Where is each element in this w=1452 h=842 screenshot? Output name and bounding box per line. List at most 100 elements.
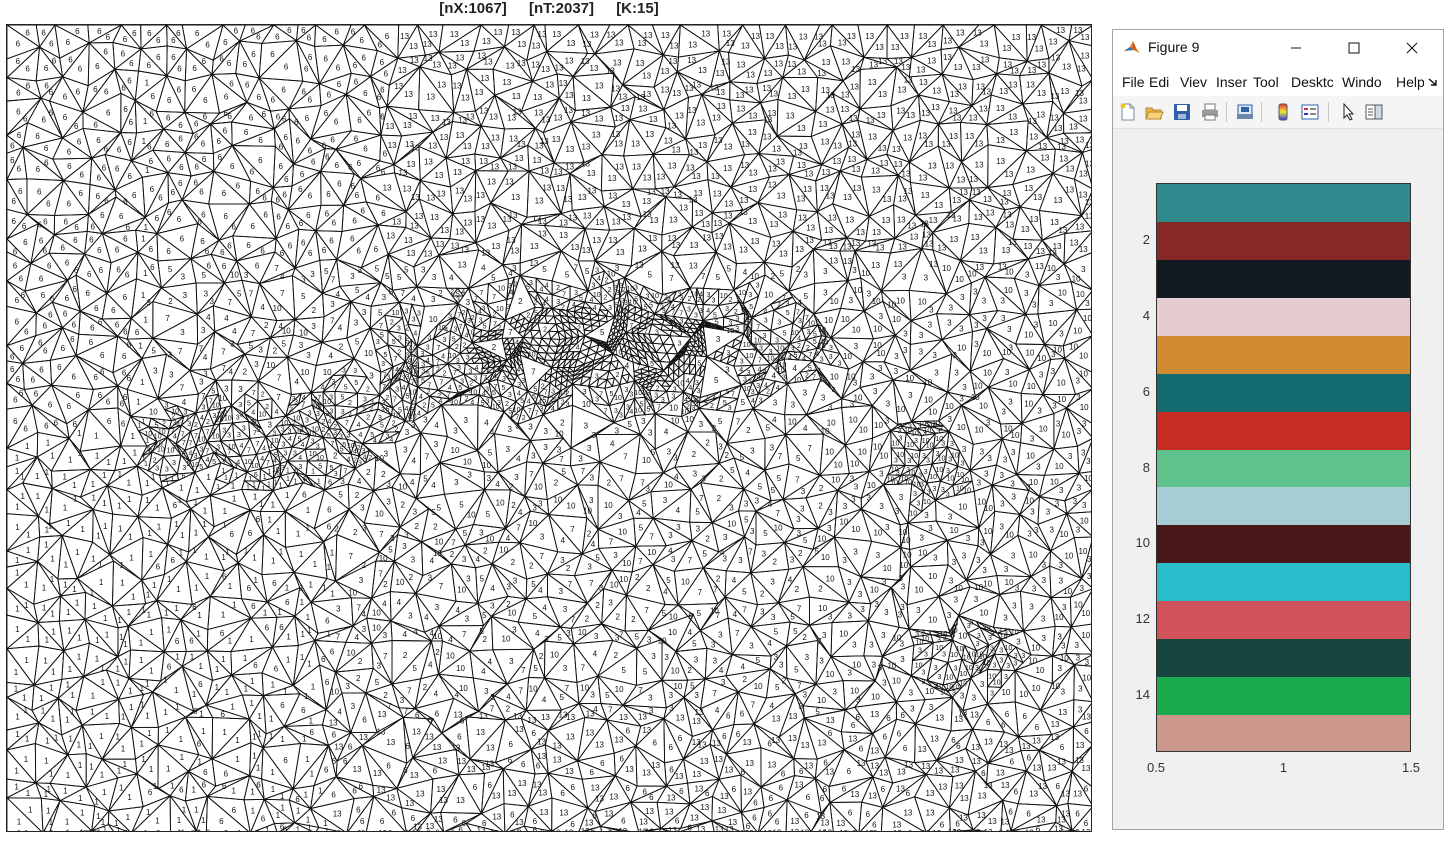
mesh-triangle <box>812 248 849 284</box>
triangle-cluster-label: 6 <box>73 236 78 245</box>
mesh-triangle <box>313 489 350 530</box>
triangle-cluster-label: 13 <box>667 122 676 131</box>
mesh-triangle <box>647 367 657 374</box>
triangle-cluster-label: 13 <box>1056 26 1065 35</box>
mesh-triangle <box>599 433 641 475</box>
triangle-cluster-label: 13 <box>635 261 644 270</box>
triangle-cluster-label: 5 <box>579 296 583 303</box>
mesh-triangle <box>450 563 479 604</box>
triangle-cluster-label: 6 <box>325 210 330 219</box>
triangle-cluster-label: 3 <box>1056 273 1061 282</box>
triangle-cluster-label: 6 <box>283 133 288 142</box>
triangle-cluster-label: 4 <box>411 295 416 304</box>
triangle-cluster-label: 4 <box>671 304 675 311</box>
mesh-triangle <box>793 716 818 760</box>
triangle-cluster-label: 3 <box>947 319 952 328</box>
triangle-cluster-label: 13 <box>1001 246 1010 255</box>
triangle-cluster-label: 6 <box>270 50 275 59</box>
mesh-triangle <box>32 678 63 699</box>
triangle-cluster-label: 13 <box>507 113 516 122</box>
triangle-cluster-label: 6 <box>18 187 23 196</box>
triangle-cluster-label: 3 <box>645 293 649 300</box>
mesh-triangle <box>190 830 197 831</box>
triangle-cluster-label: 4 <box>743 268 748 277</box>
triangle-cluster-label: 10 <box>872 297 881 306</box>
triangle-cluster-label: 13 <box>903 134 912 143</box>
triangle-cluster-label: 10 <box>887 300 896 309</box>
triangle-cluster-label: 6 <box>63 310 68 319</box>
mesh-triangle <box>683 362 691 375</box>
triangle-cluster-label: 10 <box>651 293 659 300</box>
triangle-cluster-label: 13 <box>952 113 961 122</box>
mesh-triangle <box>294 259 324 295</box>
triangle-cluster-label: 3 <box>595 267 599 274</box>
triangle-cluster-label: 13 <box>538 217 547 226</box>
mesh-triangle <box>908 56 944 78</box>
triangle-cluster-label: 6 <box>146 61 151 70</box>
mesh-triangle <box>207 595 253 631</box>
triangle-cluster-label: 3 <box>183 291 188 300</box>
title-nt: [nT:2037] <box>529 0 594 17</box>
triangle-cluster-label: 13 <box>975 263 984 272</box>
mesh-triangle <box>127 625 166 653</box>
triangle-cluster-label: 3 <box>762 333 766 340</box>
triangle-cluster-label: 3 <box>431 295 436 304</box>
triangle-cluster-label: 13 <box>1051 53 1060 62</box>
mesh-triangle <box>49 799 93 831</box>
triangle-cluster-label: 5 <box>634 297 638 304</box>
mesh-triangle <box>318 83 348 107</box>
triangle-cluster-label: 6 <box>203 96 208 105</box>
triangle-cluster-label: 6 <box>322 142 327 151</box>
mesh-triangle <box>770 329 792 345</box>
triangle-cluster-label: 6 <box>323 55 328 64</box>
triangle-cluster-label: 13 <box>542 116 551 125</box>
triangle-cluster-label: 5 <box>542 265 547 274</box>
triangle-cluster-label: 3 <box>982 297 987 306</box>
triangle-cluster-label: 13 <box>582 40 591 49</box>
triangle-cluster-label: 13 <box>793 148 802 157</box>
mesh-triangle <box>163 618 187 653</box>
mesh-triangle <box>622 337 629 347</box>
triangle-cluster-label: 3 <box>725 306 729 313</box>
triangle-cluster-label: 13 <box>763 116 772 125</box>
mesh-triangle <box>597 484 630 531</box>
mesh-triangle <box>601 588 628 626</box>
mesh-triangle <box>492 648 535 685</box>
triangle-cluster-label: 13 <box>517 59 526 68</box>
mesh-triangle <box>296 40 321 85</box>
mesh-triangle <box>802 709 846 733</box>
triangle-cluster-label: 5 <box>324 267 329 276</box>
triangle-cluster-label: 6 <box>21 291 26 300</box>
triangle-cluster-label: 6 <box>322 35 327 44</box>
triangle-cluster-label: 13 <box>490 163 499 172</box>
triangle-cluster-label: 13 <box>999 87 1008 96</box>
triangle-cluster-label: 6 <box>65 259 70 268</box>
mesh-triangle <box>231 121 276 147</box>
triangle-cluster-label: 6 <box>322 246 327 255</box>
triangle-cluster-label: 13 <box>943 37 952 46</box>
triangle-cluster-label: 6 <box>219 55 224 64</box>
triangle-cluster-label: 7 <box>508 328 513 337</box>
triangle-cluster-label: 13 <box>595 82 604 91</box>
triangle-cluster-label: 7 <box>562 292 566 299</box>
triangle-cluster-label: 6 <box>207 261 212 270</box>
mesh-triangle <box>674 431 721 468</box>
triangle-cluster-label: 6 <box>255 262 260 271</box>
triangle-cluster-label: 6 <box>36 165 41 174</box>
triangle-cluster-label: 6 <box>301 26 306 35</box>
triangle-cluster-label: 5 <box>456 291 460 298</box>
triangle-cluster-label: 6 <box>63 93 68 102</box>
triangle-cluster-label: 3 <box>354 319 359 328</box>
mesh-triangle <box>621 679 667 709</box>
triangle-cluster-label: 13 <box>876 243 885 252</box>
triangle-cluster-label: 13 <box>1021 225 1030 234</box>
mesh-triangle <box>54 25 91 59</box>
triangle-cluster-label: 10 <box>1076 290 1085 299</box>
mesh-triangle <box>548 830 552 831</box>
triangle-cluster-label: 6 <box>72 285 77 294</box>
triangle-cluster-label: 4 <box>461 289 465 296</box>
triangulation-mesh-plot[interactable]: 6 6 6 6 6 6 6 6 6 6 6 6 6 6 6 6 6 6 6 6 6 6 6 6 6 6 6 6 6 6 13 13 13 13 13… <box>6 24 1092 832</box>
mesh-triangle <box>581 313 592 321</box>
triangle-cluster-label: 13 <box>851 131 860 140</box>
triangle-cluster-label: 13 <box>533 156 542 165</box>
